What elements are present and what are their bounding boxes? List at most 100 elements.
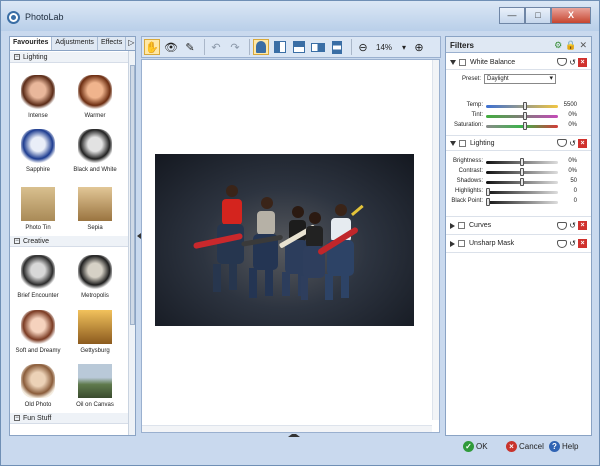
slider-black-point[interactable]: Black Point: 0 — [446, 197, 591, 207]
minimize-button[interactable]: — — [499, 7, 525, 24]
filter-unsharp-mask[interactable]: Unsharp Mask ↺ × — [446, 235, 591, 253]
preset-select[interactable]: Daylight — [484, 74, 556, 84]
preset-oil-on-canvas[interactable]: Oil on Canvas — [72, 364, 118, 408]
undo-icon[interactable]: ↶ — [208, 39, 224, 55]
collapse-icon[interactable]: − — [14, 415, 20, 422]
preset-old-photo[interactable]: Old Photo — [15, 364, 61, 408]
remove-filter-icon[interactable]: × — [578, 57, 587, 67]
eye-icon[interactable]: 👁 — [163, 39, 179, 55]
reset-icon[interactable]: ↺ — [569, 239, 576, 248]
slider-saturation[interactable]: Saturation: 0% — [446, 121, 591, 131]
portrait-view-icon[interactable] — [253, 39, 269, 55]
slider-knob[interactable] — [520, 178, 524, 186]
mask-icon[interactable] — [557, 58, 568, 66]
remove-filter-icon[interactable]: × — [578, 138, 587, 148]
preset-sapphire[interactable]: Sapphire — [15, 129, 61, 173]
filter-white-balance[interactable]: White Balance ↺ × — [446, 55, 591, 70]
tab-scroll-right-icon[interactable]: ▷ — [126, 37, 136, 50]
preset-metropolis[interactable]: Metropolis — [72, 255, 118, 299]
tab-favourites[interactable]: Favourites — [10, 37, 53, 50]
slider-track[interactable] — [486, 112, 558, 120]
preset-photo-tin[interactable]: Photo Tin — [15, 187, 61, 231]
filter-lighting[interactable]: Lighting ↺ × — [446, 136, 591, 151]
tab-adjustments[interactable]: Adjustments — [52, 37, 98, 50]
canvas-vertical-scrollbar[interactable] — [432, 60, 439, 420]
filter-enable-checkbox[interactable] — [458, 222, 465, 229]
remove-filter-icon[interactable]: × — [578, 221, 587, 230]
slider-brightness[interactable]: Brightness: 0% — [446, 157, 591, 167]
slider-knob[interactable] — [522, 102, 527, 110]
slider-knob[interactable] — [522, 122, 527, 130]
mask-icon[interactable] — [557, 221, 568, 230]
mask-icon[interactable] — [557, 139, 568, 147]
compare-icon[interactable] — [310, 39, 326, 55]
section-creative-header[interactable]: − Creative — [10, 236, 128, 247]
zoom-level[interactable]: 14% — [376, 43, 400, 52]
collapse-icon[interactable]: − — [14, 238, 20, 245]
slider-knob[interactable] — [520, 168, 524, 176]
filter-enable-checkbox[interactable] — [458, 240, 465, 247]
expand-arrow-icon[interactable] — [450, 240, 455, 247]
slider-track[interactable] — [486, 122, 558, 130]
collapse-icon[interactable]: − — [14, 54, 20, 61]
preset-gettysburg[interactable]: Gettysburg — [72, 310, 118, 354]
photo-preview[interactable] — [155, 154, 414, 326]
preset-intense[interactable]: Intense — [15, 75, 61, 119]
slider-highlights[interactable]: Highlights: 0 — [446, 187, 591, 197]
close-button[interactable]: X — [551, 7, 591, 24]
eraser-icon[interactable]: ✎ — [182, 39, 198, 55]
slider-tint[interactable]: Tint: 0% — [446, 111, 591, 121]
slider-track[interactable] — [486, 168, 558, 176]
expand-arrow-icon[interactable] — [450, 140, 456, 146]
slider-knob[interactable] — [522, 112, 527, 120]
slider-knob[interactable] — [520, 158, 524, 166]
slider-track[interactable] — [486, 102, 558, 110]
redo-icon[interactable]: ↷ — [227, 39, 243, 55]
split-vertical-icon[interactable] — [272, 39, 288, 55]
filter-enable-checkbox[interactable] — [459, 139, 466, 147]
canvas-horizontal-scrollbar[interactable] — [142, 425, 432, 432]
reset-icon[interactable]: ↺ — [569, 58, 576, 67]
preset-black-and-white[interactable]: Black and White — [72, 129, 118, 173]
split-horizontal-icon[interactable] — [291, 39, 307, 55]
add-filter-icon[interactable]: ⚙ — [554, 40, 562, 51]
image-canvas[interactable] — [141, 59, 440, 433]
reset-icon[interactable]: ↺ — [569, 221, 576, 230]
expand-arrow-icon[interactable] — [450, 222, 455, 229]
ok-button[interactable]: ✓ OK — [463, 441, 488, 452]
preset-brief-encounter[interactable]: Brief Encounter — [15, 255, 61, 299]
slider-shadows[interactable]: Shadows: 50 — [446, 177, 591, 187]
slider-temp[interactable]: Temp: 5500 — [446, 101, 591, 111]
slider-contrast[interactable]: Contrast: 0% — [446, 167, 591, 177]
maximize-button[interactable]: □ — [525, 7, 551, 24]
tab-effects[interactable]: Effects — [98, 37, 127, 50]
slider-knob[interactable] — [486, 198, 490, 206]
zoom-dropdown-icon[interactable]: ▾ — [400, 39, 408, 55]
slider-knob[interactable] — [486, 188, 490, 196]
cancel-button[interactable]: × Cancel — [506, 441, 544, 452]
expand-arrow-icon[interactable] — [450, 59, 456, 65]
mask-icon[interactable] — [557, 239, 568, 248]
zoom-out-icon[interactable]: ⊖ — [355, 39, 371, 55]
slider-track[interactable] — [486, 198, 558, 206]
preset-sepia[interactable]: Sepia — [72, 187, 118, 231]
remove-filter-icon[interactable]: × — [578, 239, 587, 248]
slider-track[interactable] — [486, 178, 558, 186]
preset-warmer[interactable]: Warmer — [72, 75, 118, 119]
hand-icon[interactable]: ✋ — [144, 39, 160, 55]
preset-soft-and-dreamy[interactable]: Soft and Dreamy — [15, 310, 61, 354]
help-button[interactable]: ? Help — [549, 441, 578, 452]
slider-track[interactable] — [486, 188, 558, 196]
section-fun-stuff-header[interactable]: − Fun Stuff — [10, 413, 128, 424]
filter-curves[interactable]: Curves ↺ × — [446, 217, 591, 235]
lock-icon[interactable]: 🔒 — [565, 40, 576, 51]
collapse-bottom-panel-icon[interactable] — [288, 434, 300, 437]
slider-track[interactable] — [486, 158, 558, 166]
reset-icon[interactable]: ↺ — [569, 139, 576, 148]
section-lighting-header[interactable]: − Lighting — [10, 52, 128, 63]
presets-scrollbar[interactable] — [128, 51, 135, 435]
zoom-in-icon[interactable]: ⊕ — [411, 39, 427, 55]
stack-icon[interactable] — [329, 39, 345, 55]
filter-enable-checkbox[interactable] — [459, 58, 466, 66]
delete-all-icon[interactable]: ✕ — [579, 40, 587, 51]
